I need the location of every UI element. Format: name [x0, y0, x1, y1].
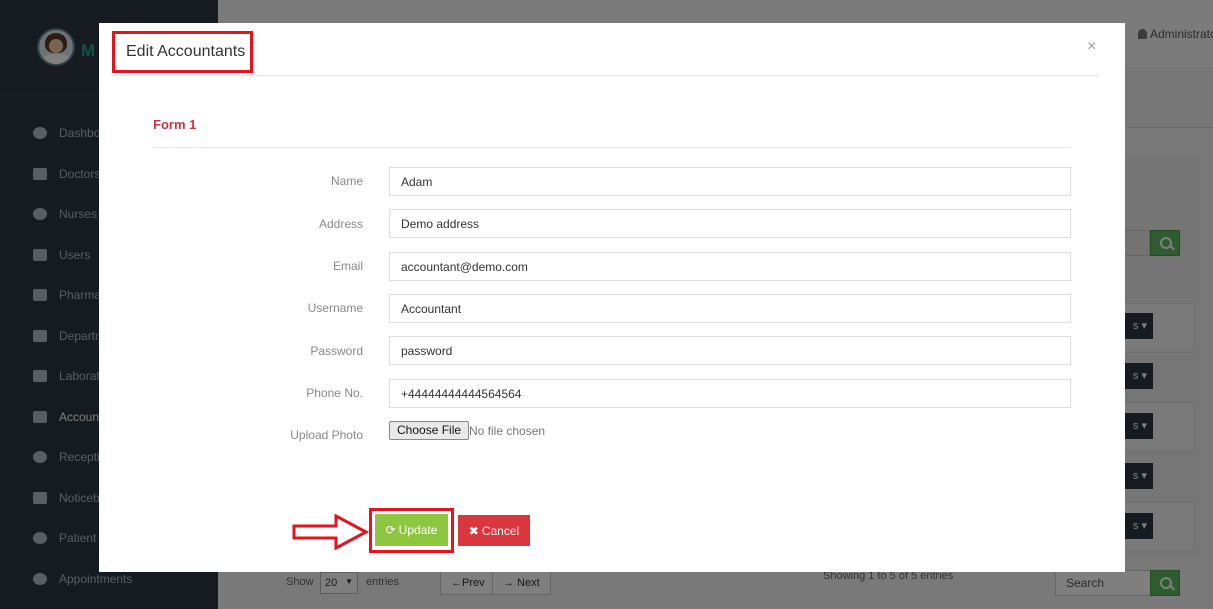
password-input[interactable] [389, 336, 1071, 365]
phone-label: Phone No. [306, 386, 363, 400]
name-label: Name [330, 174, 363, 188]
choose-file-button[interactable]: Choose File [389, 421, 470, 440]
modal-title-text: Edit Accountants [126, 43, 246, 60]
close-icon[interactable]: × [1087, 38, 1096, 56]
name-input[interactable] [389, 167, 1071, 196]
cancel-button-label: Cancel [481, 523, 520, 538]
modal-title: Edit Accountants [112, 31, 253, 73]
form-title: Form 1 [153, 117, 197, 132]
username-label: Username [307, 301, 363, 315]
update-button-label: Update [398, 523, 438, 537]
close-icon: ✖ [468, 523, 479, 538]
password-label: Password [310, 344, 363, 358]
update-button[interactable]: ⟳ Update [375, 514, 448, 546]
edit-accountant-modal: Edit Accountants × Form 1 Name Address E… [99, 23, 1125, 572]
email-input[interactable] [389, 252, 1071, 281]
phone-input[interactable] [389, 379, 1071, 408]
address-input[interactable] [389, 209, 1071, 238]
modal-header [111, 31, 1099, 76]
refresh-icon: ⟳ [385, 523, 396, 537]
pointer-arrow-icon [292, 514, 370, 550]
file-status-text: No file chosen [469, 424, 546, 438]
email-label: Email [332, 259, 363, 273]
username-input[interactable] [389, 294, 1071, 323]
form-divider [153, 147, 1071, 148]
address-label: Address [318, 217, 363, 231]
cancel-button[interactable]: ✖ Cancel [458, 515, 530, 546]
upload-photo-label: Upload Photo [290, 428, 363, 442]
